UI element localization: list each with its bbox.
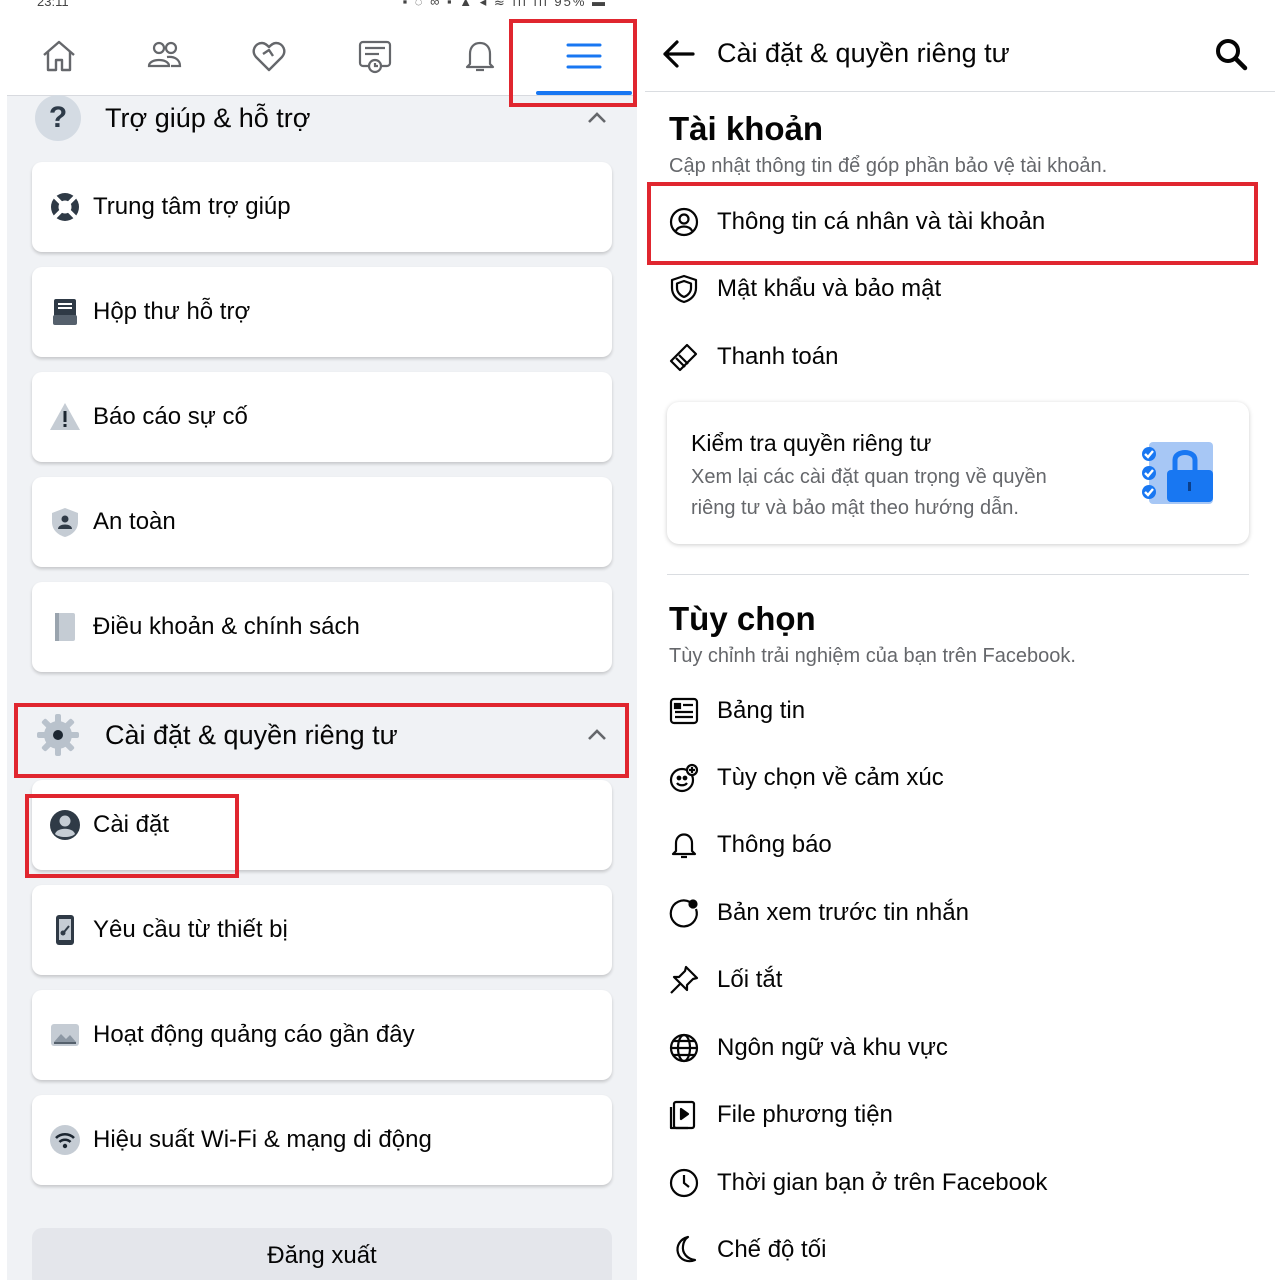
dark-mode-item[interactable]: Chế độ tối	[667, 1226, 1257, 1274]
menu-panel: 23:11 ▪ ◌ ∞ ▪ ▲ ◂ ≋ ıll ıll 95% ▬ ? Trợ …	[7, 0, 637, 1280]
chevron-up-icon[interactable]	[585, 106, 609, 130]
card-label: Báo cáo sự cố	[93, 403, 248, 430]
reaction-icon	[667, 761, 701, 795]
account-section-title: Tài khoản	[669, 110, 824, 147]
warning-icon	[48, 400, 82, 434]
question-icon: ?	[35, 95, 81, 141]
item-label: Thanh toán	[717, 343, 839, 370]
friends-icon[interactable]	[142, 34, 186, 78]
item-label: Tùy chọn về cảm xúc	[717, 764, 944, 791]
clock-icon	[667, 1166, 701, 1200]
back-arrow-icon[interactable]	[659, 34, 699, 74]
bell-icon	[667, 828, 701, 862]
recent-ad-activity-card[interactable]: Hoạt động quảng cáo gần đây	[32, 990, 612, 1080]
card-label: Hiệu suất Wi-Fi & mạng di động	[93, 1126, 432, 1153]
shield-person-icon	[48, 505, 82, 539]
payments-item[interactable]: Thanh toán	[667, 333, 1257, 381]
item-label: Thông tin cá nhân và tài khoản	[717, 208, 1046, 235]
home-icon[interactable]	[37, 34, 81, 78]
status-bar: 23:11 ▪ ◌ ∞ ▪ ▲ ◂ ≋ ıll ıll 95% ▬	[7, 0, 637, 12]
card-label: An toàn	[93, 508, 176, 535]
item-label: Ngôn ngữ và khu vực	[717, 1034, 948, 1061]
preferences-section-subtitle: Tùy chỉnh trải nghiệm của bạn trên Faceb…	[669, 645, 1076, 667]
notifications-item[interactable]: Thông báo	[667, 821, 1257, 869]
item-label: Lối tắt	[717, 966, 783, 993]
settings-header: Cài đặt & quyền riêng tư	[645, 12, 1275, 92]
help-section-header[interactable]: ? Trợ giúp & hỗ trợ	[7, 88, 637, 148]
card-label: Hoạt động quảng cáo gần đây	[93, 1021, 415, 1048]
privacy-checkup-card[interactable]: Kiểm tra quyền riêng tư Xem lại các cài …	[667, 402, 1249, 544]
ad-image-icon	[48, 1018, 82, 1052]
settings-card[interactable]: Cài đặt	[32, 780, 612, 870]
dating-heart-icon[interactable]	[247, 34, 291, 78]
item-label: Thời gian bạn ở trên Facebook	[717, 1169, 1048, 1196]
settings-privacy-section-title: Cài đặt & quyền riêng tư	[105, 719, 398, 750]
account-section-subtitle: Cập nhật thông tin để góp phần bảo vệ tà…	[669, 155, 1108, 177]
status-icons: ▪ ◌ ∞ ▪ ▲ ◂ ≋ ıll ıll 95% ▬	[402, 0, 607, 9]
phone-key-icon	[48, 913, 82, 947]
device-requests-card[interactable]: Yêu cầu từ thiết bị	[32, 885, 612, 975]
item-label: Chế độ tối	[717, 1236, 827, 1263]
inbox-icon	[48, 295, 82, 329]
report-problem-card[interactable]: Báo cáo sự cố	[32, 372, 612, 462]
gear-icon	[35, 712, 81, 758]
logout-button[interactable]: Đăng xuất	[32, 1228, 612, 1280]
wifi-mobile-performance-card[interactable]: Hiệu suất Wi-Fi & mạng di động	[32, 1095, 612, 1185]
language-region-item[interactable]: Ngôn ngữ và khu vực	[667, 1024, 1257, 1072]
time-on-facebook-item[interactable]: Thời gian bạn ở trên Facebook	[667, 1159, 1257, 1207]
privacy-checkup-title: Kiểm tra quyền riêng tư	[691, 430, 932, 456]
book-icon	[48, 610, 82, 644]
moon-icon	[667, 1233, 701, 1267]
shield-icon	[667, 272, 701, 306]
item-label: Thông báo	[717, 831, 832, 858]
card-label: Cài đặt	[93, 811, 170, 838]
terms-policies-card[interactable]: Điều khoản & chính sách	[32, 582, 612, 672]
card-label: Yêu cầu từ thiết bị	[93, 916, 288, 943]
support-inbox-card[interactable]: Hộp thư hỗ trợ	[32, 267, 612, 357]
reaction-preferences-item[interactable]: Tùy chọn về cảm xúc	[667, 754, 1257, 802]
message-previews-item[interactable]: Bản xem trước tin nhắn	[667, 889, 1257, 937]
section-divider	[667, 574, 1249, 575]
card-label: Hộp thư hỗ trợ	[93, 298, 251, 325]
shortcuts-item[interactable]: Lối tắt	[667, 956, 1257, 1004]
screenshot-collage: 23:11 ▪ ◌ ∞ ▪ ▲ ◂ ≋ ıll ıll 95% ▬ ? Trợ …	[0, 0, 1280, 1280]
item-label: Bảng tin	[717, 697, 806, 724]
card-label: Trung tâm trợ giúp	[93, 193, 291, 220]
logout-label: Đăng xuất	[267, 1242, 377, 1269]
bell-icon[interactable]	[458, 34, 502, 78]
user-circle-icon	[667, 205, 701, 239]
preferences-section-title: Tùy chọn	[669, 600, 816, 637]
news-feed-item[interactable]: Bảng tin	[667, 687, 1257, 735]
privacy-checkup-description: Xem lại các cài đặt quan trọng về quyền …	[691, 466, 1047, 519]
globe-icon	[667, 1031, 701, 1065]
media-files-item[interactable]: File phương tiện	[667, 1091, 1257, 1139]
profile-circle-icon	[48, 808, 82, 842]
settings-privacy-panel: Cài đặt & quyền riêng tư Tài khoản Cập n…	[645, 0, 1280, 1280]
top-nav-bar	[7, 12, 637, 96]
settings-privacy-section-header[interactable]: Cài đặt & quyền riêng tư	[7, 705, 637, 765]
message-preview-icon	[667, 896, 701, 930]
chevron-up-icon[interactable]	[585, 723, 609, 747]
payment-tag-icon	[667, 340, 701, 374]
item-label: Mật khẩu và bảo mật	[717, 275, 942, 302]
pin-icon	[667, 963, 701, 997]
media-file-icon	[667, 1098, 701, 1132]
page-title: Cài đặt & quyền riêng tư	[717, 38, 1010, 68]
privacy-lock-checklist-icon	[1142, 442, 1213, 504]
news-feed-icon	[667, 694, 701, 728]
item-label: Bản xem trước tin nhắn	[717, 899, 969, 926]
status-time: 23:11	[37, 0, 69, 9]
search-icon[interactable]	[1211, 34, 1251, 74]
password-security-item[interactable]: Mật khẩu và bảo mật	[667, 265, 1257, 313]
memories-icon[interactable]	[353, 34, 397, 78]
card-label: Điều khoản & chính sách	[93, 613, 360, 640]
safety-card[interactable]: An toàn	[32, 477, 612, 567]
help-section-title: Trợ giúp & hỗ trợ	[105, 102, 311, 133]
lifebuoy-icon	[48, 190, 82, 224]
item-label: File phương tiện	[717, 1101, 893, 1128]
personal-account-info-item[interactable]: Thông tin cá nhân và tài khoản	[667, 198, 1257, 246]
help-center-card[interactable]: Trung tâm trợ giúp	[32, 162, 612, 252]
menu-icon[interactable]	[562, 34, 606, 78]
wifi-icon	[48, 1123, 82, 1157]
